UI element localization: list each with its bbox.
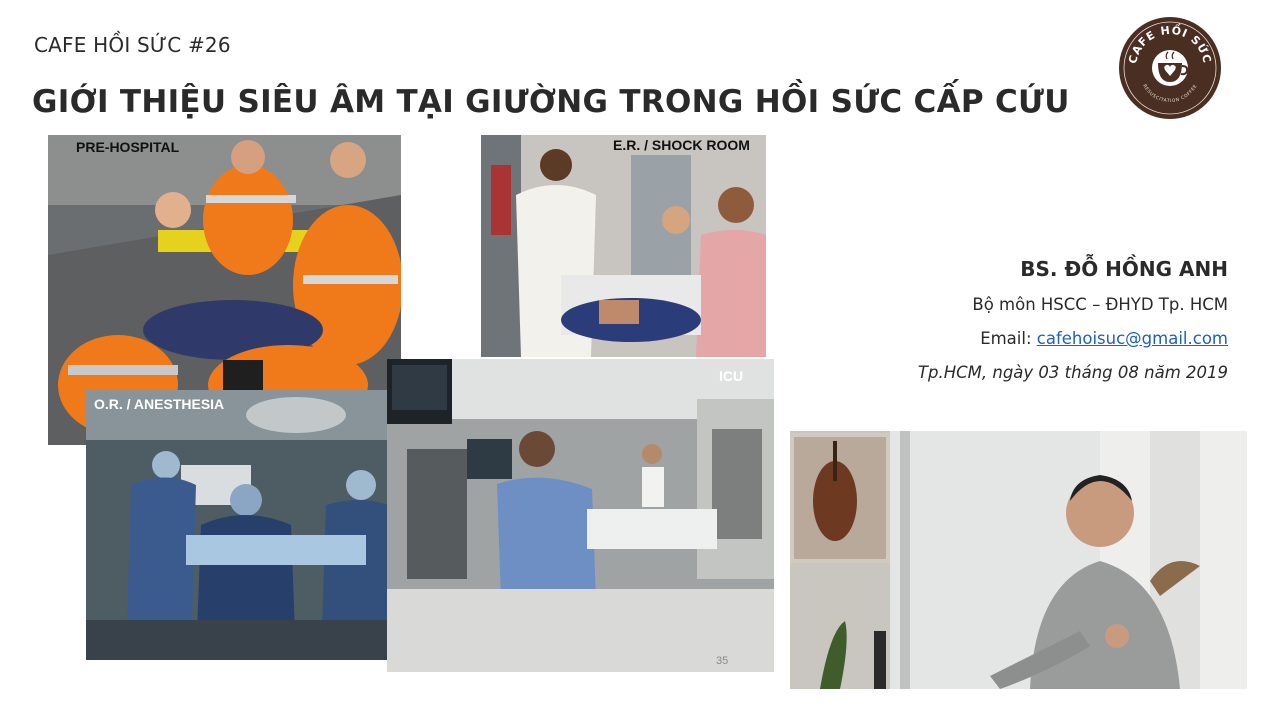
photo-icu: ICU	[387, 359, 774, 672]
speaker-info: BS. ĐỖ HỒNG ANH Bộ môn HSCC – ĐHYD Tp. H…	[918, 257, 1228, 397]
series-label: CAFE HỒI SỨC #26	[34, 33, 231, 57]
speaker-email-line: Email: cafehoisuc@gmail.com	[918, 329, 1228, 348]
presentation-date: Tp.HCM, ngày 03 tháng 08 năm 2019	[917, 363, 1228, 382]
photo-label-pre-hospital: PRE-HOSPITAL	[76, 139, 180, 155]
photo-er-shock-room: E.R. / SHOCK ROOM	[481, 135, 766, 357]
logo-graphic: CAFE HỒI SỨC RESUSCITATION COFFEE	[1119, 17, 1221, 119]
photo-or-anesthesia: O.R. / ANESTHESIA	[86, 390, 388, 660]
speaker-department: Bộ môn HSCC – ĐHYD Tp. HCM	[972, 295, 1228, 314]
slide-title: GIỚI THIỆU SIÊU ÂM TẠI GIƯỜNG TRONG HỒI …	[32, 84, 1070, 120]
photo-label-icu: ICU	[719, 368, 744, 384]
photo-label-er-shock-room: E.R. / SHOCK ROOM	[613, 137, 750, 153]
photo-label-or-anesthesia: O.R. / ANESTHESIA	[94, 396, 225, 412]
speaker-name: BS. ĐỖ HỒNG ANH	[1020, 257, 1228, 281]
email-link[interactable]: cafehoisuc@gmail.com	[1037, 329, 1228, 348]
email-label: Email:	[980, 329, 1037, 348]
presenter-webcam	[790, 431, 1247, 689]
slide-number: 35	[716, 655, 729, 667]
cafe-hoi-suc-logo: CAFE HỒI SỨC RESUSCITATION COFFEE	[1118, 16, 1222, 120]
